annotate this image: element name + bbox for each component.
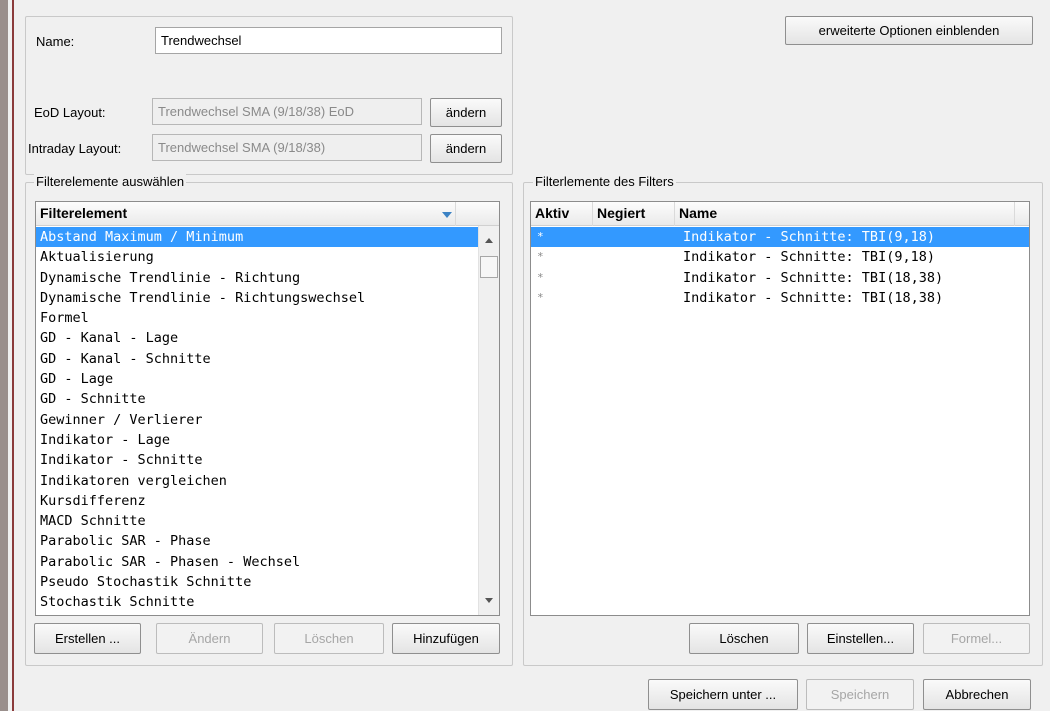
table-row[interactable]: * Indikator - Schnitte: TBI(9,18) [531,247,1029,267]
filter-content-header[interactable]: Aktiv Negiert Name [531,202,1029,226]
add-button[interactable]: Hinzufügen [392,623,500,654]
list-item[interactable]: MACD Schnitte [36,511,478,531]
column-name[interactable]: Name [675,202,1015,226]
filter-content-rows: * Indikator - Schnitte: TBI(9,18) * Indikat… [531,227,1029,308]
list-item[interactable]: Dynamische Trendlinie - Richtungswechsel [36,288,478,308]
list-item[interactable]: Pseudo Stochastik Schnitte [36,572,478,592]
list-item[interactable]: GD - Kanal - Schnitte [36,349,478,369]
list-item[interactable]: GD - Schnitte [36,389,478,409]
filter-element-rows: Abstand Maximum / Minimum Aktualisierung D… [36,227,478,613]
cancel-button[interactable]: Abbrechen [923,679,1031,710]
table-row[interactable]: * Indikator - Schnitte: TBI(9,18) [531,227,1029,248]
list-item[interactable]: Indikator - Lage [36,430,478,450]
window-left-edge-line [12,0,14,711]
name-cell: Indikator - Schnitte: TBI(18,38) [683,289,944,306]
list-item[interactable]: Abstand Maximum / Minimum [36,227,478,248]
list-item[interactable]: Formel [36,308,478,328]
filter-elements-title: Filterlemente des Filters [533,174,676,189]
eod-layout-field: Trendwechsel SMA (9/18/38) EoD [152,98,422,125]
column-filterelement[interactable]: Filterelement [36,202,456,226]
chevron-down-icon [442,212,452,218]
eod-layout-label: EoD Layout: [34,105,106,120]
active-cell: * [537,290,544,304]
list-item[interactable]: Stochastik Schnitte [36,592,478,612]
active-cell: * [537,230,544,243]
filter-element-header[interactable]: Filterelement [36,202,499,226]
list-item[interactable]: Parabolic SAR - Phasen - Wechsel [36,552,478,572]
table-row[interactable]: * Indikator - Schnitte: TBI(18,38) [531,288,1029,308]
filter-element-list[interactable]: Filterelement Abstand Maximum / Minimum A… [35,201,500,616]
settings-button[interactable]: Einstellen... [807,623,914,654]
create-button[interactable]: Erstellen ... [34,623,141,654]
list-item[interactable]: Indikatoren vergleichen [36,471,478,491]
formula-button[interactable]: Formel... [923,623,1030,654]
list-item[interactable]: Dynamische Trendlinie - Richtung [36,268,478,288]
column-filterelement-label: Filterelement [40,205,128,221]
intraday-change-button[interactable]: ändern [430,134,502,163]
name-cell: Indikator - Schnitte: TBI(18,38) [683,269,944,286]
save-as-button[interactable]: Speichern unter ... [648,679,798,710]
name-cell: Indikator - Schnitte: TBI(9,18) [683,249,935,266]
eod-change-button[interactable]: ändern [430,98,502,127]
active-cell: * [537,250,544,264]
advanced-options-button[interactable]: erweiterte Optionen einblenden [785,16,1033,45]
column-negated[interactable]: Negiert [593,202,675,226]
list-item[interactable]: GD - Kanal - Lage [36,328,478,348]
intraday-layout-field: Trendwechsel SMA (9/18/38) [152,134,422,161]
scroll-thumb[interactable] [480,256,498,278]
intraday-layout-label: Intraday Layout: [28,141,122,156]
list-item[interactable]: GD - Lage [36,369,478,389]
active-cell: * [537,270,544,284]
table-row[interactable]: * Indikator - Schnitte: TBI(18,38) [531,268,1029,288]
delete-element-button[interactable]: Löschen [274,623,384,654]
list-item[interactable]: Gewinner / Verlierer [36,410,478,430]
save-button[interactable]: Speichern [806,679,914,710]
filter-content-list[interactable]: Aktiv Negiert Name * Indikator - Schnitte… [530,201,1030,616]
select-elements-title: Filterelemente auswählen [34,174,187,189]
name-label: Name: [36,34,75,49]
delete-filter-element-button[interactable]: Löschen [689,623,799,654]
list-item[interactable]: Aktualisierung [36,247,478,267]
scroll-down-arrow-icon[interactable] [485,598,493,603]
name-input[interactable]: Trendwechsel [155,27,502,54]
window-left-edge [0,0,8,711]
name-cell: Indikator - Schnitte: TBI(9,18) [683,229,935,245]
column-active[interactable]: Aktiv [531,202,593,226]
change-button[interactable]: Ändern [156,623,263,654]
list-item[interactable]: Kursdifferenz [36,491,478,511]
list-item[interactable]: Parabolic SAR - Phase [36,531,478,551]
left-list-scrollbar[interactable] [478,226,499,615]
scroll-up-arrow-icon[interactable] [485,238,493,243]
list-item[interactable]: Indikator - Schnitte [36,450,478,470]
